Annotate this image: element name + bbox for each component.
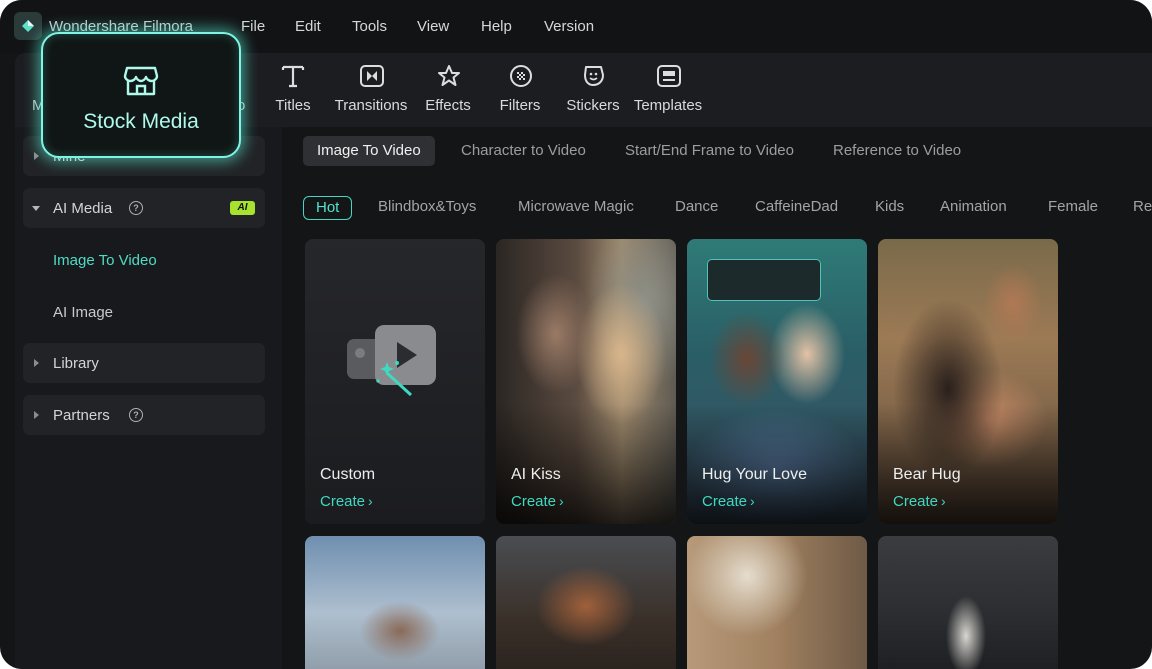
- effects-icon: [438, 65, 460, 86]
- help-icon[interactable]: ?: [129, 201, 143, 215]
- left-sidebar: Mine AI Media ? AI Image To Video AI Ima…: [15, 127, 282, 669]
- category-partial[interactable]: Rel: [1133, 196, 1152, 218]
- category-dance[interactable]: Dance: [675, 196, 718, 218]
- category-kids[interactable]: Kids: [875, 196, 904, 218]
- category-hot[interactable]: Hot: [303, 196, 353, 220]
- store-icon: [123, 66, 159, 96]
- filters-icon: [510, 65, 532, 87]
- card-title: AI Kiss: [511, 466, 561, 483]
- ai-badge: AI: [230, 201, 255, 215]
- stock-media-label: Stock Media: [83, 110, 199, 133]
- template-card-claw-machine[interactable]: [496, 536, 676, 669]
- chat-overlay: [707, 259, 821, 301]
- category-caffeinedad[interactable]: CaffeineDad: [755, 196, 838, 218]
- tool-label: Templates: [633, 97, 703, 114]
- category-microwave-magic[interactable]: Microwave Magic: [518, 196, 634, 218]
- template-card-ai-kiss[interactable]: AI Kiss Create ›: [496, 239, 676, 524]
- help-icon[interactable]: ?: [129, 408, 143, 422]
- caret-right-icon: [34, 152, 39, 160]
- category-blindbox-toys[interactable]: Blindbox&Toys: [378, 196, 476, 218]
- template-card-flying[interactable]: [305, 536, 485, 669]
- filmora-window: Wondershare Filmora File Edit Tools View…: [0, 0, 1152, 669]
- templates-icon: [657, 65, 681, 87]
- sidebar-item-label: Partners: [53, 407, 110, 424]
- caret-down-icon: [32, 206, 40, 211]
- caret-right-icon: [34, 359, 39, 367]
- create-link[interactable]: Create: [893, 493, 938, 510]
- template-card-bear-hug[interactable]: Bear Hug Create ›: [878, 239, 1058, 524]
- stock-media-button[interactable]: Stock Media: [41, 32, 241, 158]
- transitions-icon: [360, 65, 384, 87]
- caret-right-icon: [34, 411, 39, 419]
- tab-image-to-video[interactable]: Image To Video: [303, 136, 435, 166]
- chevron-right-icon: ›: [559, 493, 564, 509]
- template-card-hug-your-love[interactable]: Hug Your Love Create ›: [687, 239, 867, 524]
- sidebar-item-image-to-video[interactable]: Image To Video: [53, 252, 157, 269]
- filmora-logo-icon: [14, 12, 42, 40]
- card-title: Hug Your Love: [702, 466, 807, 483]
- card-title: Custom: [320, 466, 376, 483]
- category-animation[interactable]: Animation: [940, 196, 1007, 218]
- menu-tools[interactable]: Tools: [352, 18, 387, 35]
- titles-icon: [281, 65, 305, 88]
- template-card-custom[interactable]: Custom Create ›: [305, 239, 485, 524]
- category-female[interactable]: Female: [1048, 196, 1098, 218]
- menu-edit[interactable]: Edit: [295, 18, 321, 35]
- tool-label: Titles: [275, 97, 311, 114]
- sidebar-item-library[interactable]: Library: [23, 343, 265, 383]
- menu-file[interactable]: File: [241, 18, 265, 35]
- menu-version[interactable]: Version: [544, 18, 594, 35]
- tool-templates[interactable]: Templates: [623, 53, 713, 127]
- tool-titles[interactable]: Titles: [248, 53, 338, 127]
- template-card-window[interactable]: [687, 536, 867, 669]
- chevron-right-icon: ›: [941, 493, 946, 509]
- sidebar-item-partners[interactable]: Partners ?: [23, 395, 265, 435]
- menu-help[interactable]: Help: [481, 18, 512, 35]
- tab-start-end-frame[interactable]: Start/End Frame to Video: [625, 136, 794, 166]
- tab-character-to-video[interactable]: Character to Video: [461, 136, 586, 166]
- create-link[interactable]: Create: [702, 493, 747, 510]
- chevron-right-icon: ›: [750, 493, 755, 509]
- image-to-video-icon: [347, 325, 436, 397]
- tab-reference-to-video[interactable]: Reference to Video: [833, 136, 961, 166]
- sidebar-item-label: AI Media: [53, 200, 113, 217]
- menu-view[interactable]: View: [417, 18, 449, 35]
- stickers-icon: [584, 66, 604, 86]
- sidebar-item-ai-media[interactable]: AI Media ? AI: [23, 188, 265, 228]
- create-link[interactable]: Create: [320, 493, 365, 510]
- sidebar-item-label: Library: [53, 355, 99, 372]
- sidebar-item-ai-image[interactable]: AI Image: [53, 304, 113, 321]
- template-card-person[interactable]: [878, 536, 1058, 669]
- create-link[interactable]: Create: [511, 493, 556, 510]
- card-title: Bear Hug: [893, 466, 961, 483]
- chevron-right-icon: ›: [368, 493, 373, 509]
